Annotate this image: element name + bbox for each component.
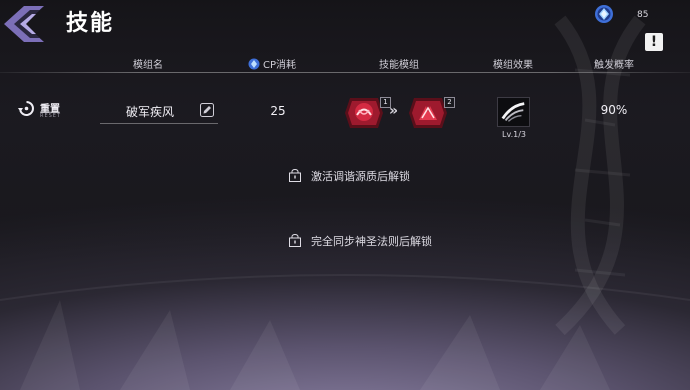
edit-icon[interactable] [200,103,214,117]
module-name-field[interactable]: 破军疾风 [100,96,218,124]
alert-icon: ! [650,34,658,50]
lock-icon [289,234,301,247]
module-name: 破军疾风 [126,105,175,119]
skill-slot-2[interactable]: 2 [409,96,455,130]
module-effect-button[interactable] [497,97,530,127]
column-header-module-effect: 模组效果 [493,60,533,71]
column-header-skill-module: 技能模组 [379,60,419,71]
back-button[interactable] [0,4,52,44]
crimson-skill-icon [409,98,447,128]
column-header-trigger-rate: 触发概率 [594,60,634,71]
header-divider [0,72,690,73]
crystal-icon [595,5,613,23]
column-header-cp-cost: CP消耗 [248,56,296,71]
background-art [0,0,690,390]
reset-sub-label: RESET [40,113,62,119]
locked-slot-text: 完全同步神圣法则后解锁 [311,235,432,248]
cp-icon [248,58,260,70]
trigger-rate-value: 90% [600,103,628,117]
lock-icon [289,169,301,182]
back-arrow-icon [4,6,44,42]
crimson-skill-icon [345,98,383,128]
page-title: 技能 [66,11,115,36]
column-header-module-name: 模组名 [133,60,163,71]
cp-value: 25 [270,104,286,118]
cp-cost-label: CP消耗 [262,60,297,71]
locked-slot-text: 激活调谐源质后解锁 [311,170,410,183]
currency-value: 85 [637,10,649,20]
chevrons-icon: » [389,103,398,119]
wind-slash-icon [501,102,525,122]
reset-button[interactable]: 重置 RESET [18,96,78,126]
reset-icon [18,101,34,116]
effect-level: Lv.1/3 [502,130,526,139]
skill-slot-badge: 2 [444,97,455,108]
alert-button[interactable]: ! [645,33,663,51]
skill-slot-1[interactable]: 1 [345,96,391,130]
currency-display: 85 [594,4,654,26]
